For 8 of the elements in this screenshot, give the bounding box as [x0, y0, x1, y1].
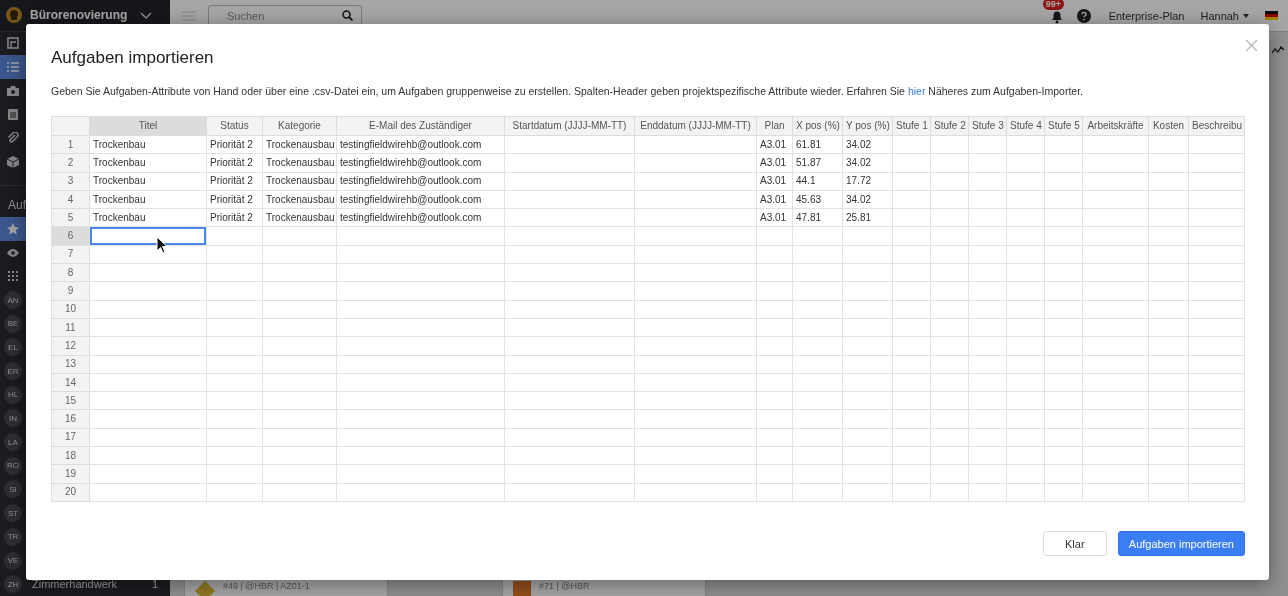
task-meta: #49 | @HBR | AZ01-1: [223, 581, 310, 591]
dialog-title: Aufgaben importieren: [51, 48, 214, 68]
notification-badge: 99+: [1042, 0, 1064, 10]
dialog-description: Geben Sie Aufgaben-Attribute von Hand oder über eine .csv-Datei ein, um Aufgaben gruppenweise zu erstellen. Spalten-Header geben projektspezifische Attribute wieder. Erfahren Sie hier Näheres zum Aufgaben-Importer.: [51, 85, 1084, 97]
task-meta: #71 | @HBR: [539, 581, 590, 591]
category-count: 1: [151, 578, 159, 591]
project-name: Bürorenovierung: [30, 8, 129, 23]
section-heading: Auf: [7, 197, 26, 215]
